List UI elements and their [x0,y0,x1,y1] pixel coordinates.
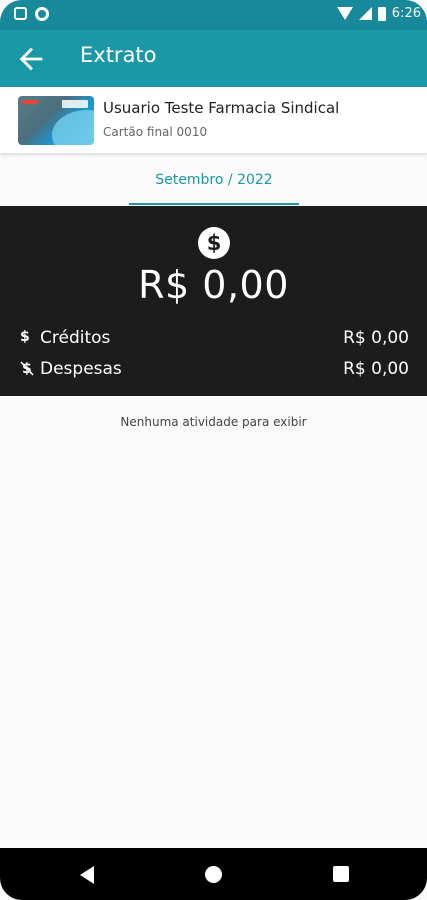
notification-square-icon [14,7,27,20]
balance-total: R$ 0,00 [138,263,289,307]
status-notification-icons [14,7,49,21]
expenses-value: R$ 0,00 [343,359,409,379]
dollar-circle-icon: $ [198,227,230,259]
nav-recents-icon[interactable] [333,866,349,882]
back-arrow-icon [19,47,43,71]
credits-value: R$ 0,00 [343,328,409,348]
expenses-label: Despesas [40,359,122,379]
card-red-strip [22,100,38,104]
dollar-icon: $ [20,329,30,345]
card-holder-name: Usuario Teste Farmacia Sindical [103,99,340,117]
status-time: 6:26 [391,6,421,21]
dollar-off-svg: $ [20,361,34,377]
credits-label: Créditos [40,328,111,348]
nav-home-icon[interactable] [205,866,222,883]
card-logo [62,100,88,108]
system-nav-bar [0,848,427,900]
page-title: Extrato [80,43,157,67]
notification-circle-icon [35,7,49,21]
card-number-label: Cartão final 0010 [103,125,208,139]
status-bar: 6:26 [0,0,427,30]
card-image [18,96,94,145]
tab-period[interactable]: Setembro / 2022 [129,163,299,205]
card-info[interactable]: Usuario Teste Farmacia Sindical Cartão f… [0,87,427,153]
expenses-row: $ Despesas R$ 0,00 [20,357,409,383]
battery-icon [377,6,386,21]
dollar-off-icon: $ [20,360,34,380]
nav-back-icon[interactable] [80,866,94,884]
status-system-icons: 6:26 [336,6,421,21]
back-button[interactable] [14,42,48,76]
wifi-icon [336,7,353,20]
card-wave-graphic [52,110,94,145]
signal-icon [358,7,372,20]
app-bar: Extrato [0,30,427,87]
credits-row: $ Créditos R$ 0,00 [20,326,409,352]
app-screen: 6:26 Extrato Usuario Teste Farmacia Sind… [0,0,427,900]
empty-state-message: Nenhuma atividade para exibir [120,415,307,429]
